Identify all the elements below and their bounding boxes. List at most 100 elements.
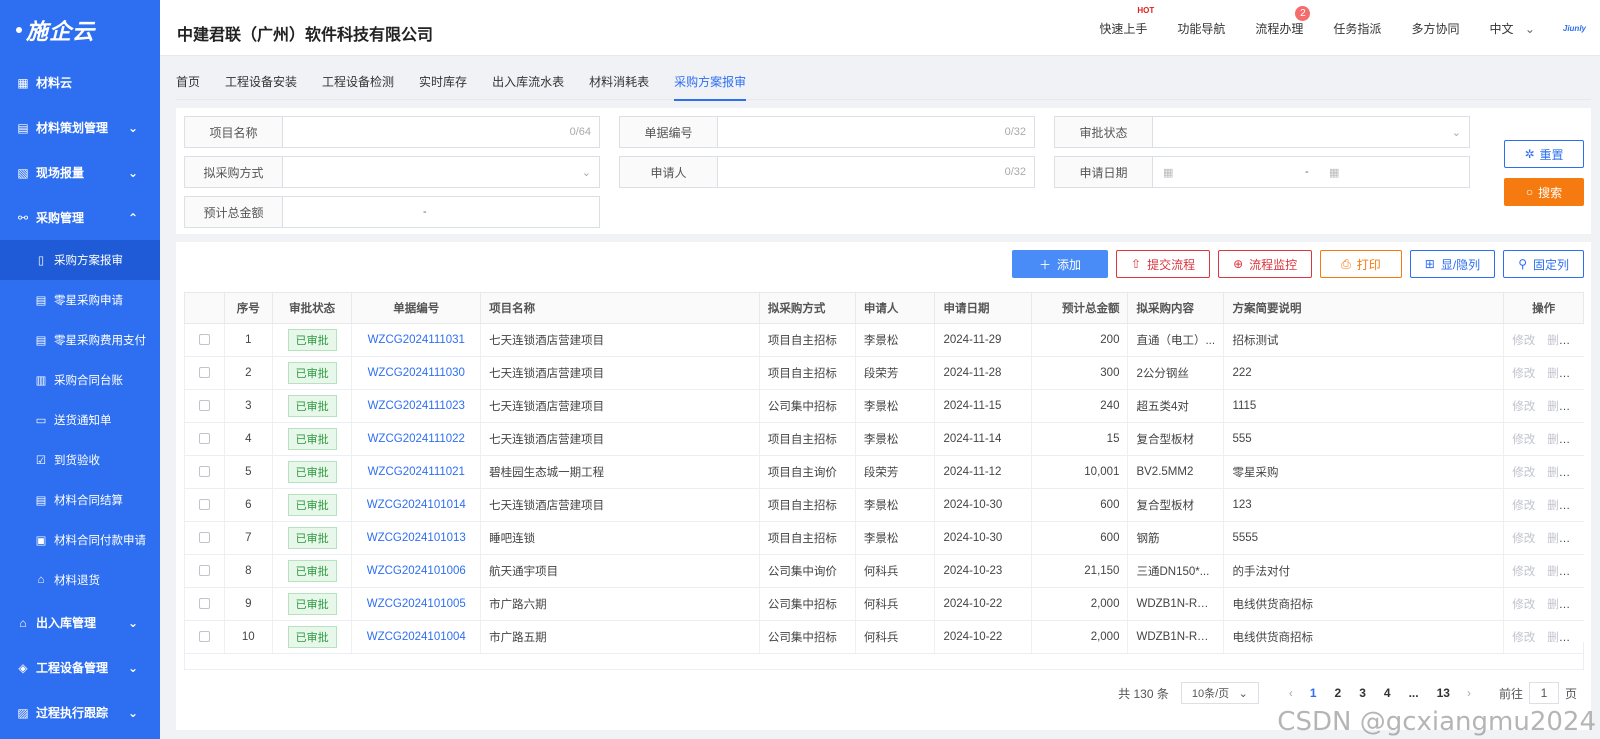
- table-row[interactable]: 4 已审批 WZCG2024111022 七天连锁酒店营建项目 项目自主招标 李景松 202…: [184, 422, 1584, 456]
- edit-link[interactable]: 修改: [1512, 566, 1535, 578]
- sidebar-item[interactable]: ▤ 材料策划管理 ⌄: [0, 105, 160, 150]
- project-name-field[interactable]: 项目名称 0/64: [184, 116, 600, 148]
- print-button[interactable]: ⎙ 打印: [1320, 250, 1402, 278]
- delete-link[interactable]: 删除: [1547, 401, 1570, 413]
- table-row[interactable]: 3 已审批 WZCG2024111023 七天连锁酒店营建项目 公司集中招标 李景松 202…: [184, 389, 1584, 423]
- sidebar-item[interactable]: ▯ 采购方案报审: [0, 240, 160, 280]
- reset-button[interactable]: ✲ 重置: [1504, 140, 1584, 168]
- page-number[interactable]: ...: [1409, 686, 1419, 700]
- sidebar-item[interactable]: ▥ 采购合同台账: [0, 360, 160, 400]
- next-page-icon[interactable]: ›: [1467, 686, 1471, 700]
- applicant-input[interactable]: 0/32: [718, 157, 1034, 187]
- row-checkbox[interactable]: [198, 565, 210, 577]
- quick-start-link[interactable]: HOT 快速上手: [1099, 6, 1154, 37]
- applicant-field[interactable]: 申请人 0/32: [619, 156, 1035, 188]
- page-number[interactable]: 13: [1437, 686, 1450, 700]
- sidebar-item[interactable]: ▦ 材料云: [0, 60, 160, 105]
- sidebar-item[interactable]: ⌂ 材料退货: [0, 560, 160, 600]
- sidebar-item[interactable]: ⌂ 出入库管理 ⌄: [0, 600, 160, 645]
- doc-no-field[interactable]: 单据编号 0/32: [619, 116, 1035, 148]
- tab-item[interactable]: 出入库流水表: [492, 68, 564, 99]
- row-checkbox[interactable]: [198, 598, 210, 610]
- pin-columns-button[interactable]: ⚲ 固定列: [1503, 250, 1584, 278]
- edit-link[interactable]: 修改: [1512, 500, 1535, 512]
- search-button[interactable]: ○ 搜索: [1504, 178, 1584, 206]
- table-row[interactable]: 9 已审批 WZCG2024101005 市广路六期 公司集中招标 何科兵 2024-10-…: [184, 587, 1584, 621]
- table-row[interactable]: 8 已审批 WZCG2024101006 航天通宇项目 公司集中询价 何科兵 2024-10…: [184, 554, 1584, 588]
- edit-link[interactable]: 修改: [1512, 467, 1535, 479]
- row-checkbox[interactable]: [198, 334, 210, 346]
- date-range-picker[interactable]: ▦ - ▦: [1153, 157, 1469, 187]
- doc-number-link[interactable]: WZCG2024111023: [368, 400, 465, 412]
- sidebar-item[interactable]: ◈ 工程设备管理 ⌄: [0, 645, 160, 690]
- apply-date-field[interactable]: 申请日期 ▦ - ▦: [1054, 156, 1470, 188]
- edit-link[interactable]: 修改: [1512, 368, 1535, 380]
- table-row[interactable]: 5 已审批 WZCG2024111021 碧桂园生态城一期工程 项目自主询价 段荣芳 202…: [184, 455, 1584, 489]
- page-number[interactable]: 3: [1359, 686, 1366, 700]
- edit-link[interactable]: 修改: [1512, 599, 1535, 611]
- doc-number-link[interactable]: WZCG2024101005: [367, 598, 466, 610]
- page-number[interactable]: 4: [1384, 686, 1391, 700]
- row-checkbox[interactable]: [198, 631, 210, 643]
- approval-status-field[interactable]: 审批状态 ⌄: [1054, 116, 1470, 148]
- workflow-link[interactable]: 2 流程办理: [1255, 5, 1311, 37]
- edit-link[interactable]: 修改: [1512, 335, 1535, 347]
- doc-number-link[interactable]: WZCG2024101013: [367, 532, 466, 544]
- delete-link[interactable]: 删除: [1547, 467, 1570, 479]
- tab-item[interactable]: 材料消耗表: [589, 68, 649, 99]
- doc-number-link[interactable]: WZCG2024101006: [367, 565, 466, 577]
- delete-link[interactable]: 删除: [1547, 434, 1570, 446]
- project-name-input[interactable]: 0/64: [283, 117, 599, 147]
- edit-link[interactable]: 修改: [1512, 401, 1535, 413]
- tab-item[interactable]: 工程设备安装: [225, 68, 297, 99]
- app-logo[interactable]: 施企云: [0, 0, 160, 60]
- sidebar-item[interactable]: ▤ 零星采购费用支付: [0, 320, 160, 360]
- function-nav-link[interactable]: 功能导航: [1177, 20, 1225, 37]
- edit-link[interactable]: 修改: [1512, 533, 1535, 545]
- tab-item[interactable]: 工程设备检测: [322, 68, 394, 99]
- doc-number-link[interactable]: WZCG2024111022: [368, 433, 465, 445]
- row-checkbox[interactable]: [198, 532, 210, 544]
- doc-number-link[interactable]: WZCG2024111031: [368, 334, 465, 346]
- doc-number-link[interactable]: WZCG2024111030: [368, 367, 465, 379]
- delete-link[interactable]: 删除: [1547, 500, 1570, 512]
- sidebar-item[interactable]: ☑ 到货验收: [0, 440, 160, 480]
- doc-number-link[interactable]: WZCG2024101014: [367, 499, 466, 511]
- edit-link[interactable]: 修改: [1512, 434, 1535, 446]
- approval-status-select[interactable]: ⌄: [1153, 117, 1469, 147]
- sidebar-item[interactable]: ▧ 现场报量 ⌄: [0, 150, 160, 195]
- delete-link[interactable]: 删除: [1547, 335, 1570, 347]
- delete-link[interactable]: 删除: [1547, 533, 1570, 545]
- row-checkbox[interactable]: [198, 433, 210, 445]
- purchase-method-select[interactable]: ⌄: [283, 157, 599, 187]
- sidebar-item[interactable]: ▤ 材料合同结算: [0, 480, 160, 520]
- delete-link[interactable]: 删除: [1547, 368, 1570, 380]
- page-size-select[interactable]: 10条/页 ⌄: [1180, 682, 1259, 704]
- sidebar-item[interactable]: ▭ 送货通知单: [0, 400, 160, 440]
- doc-number-link[interactable]: WZCG2024111021: [368, 466, 465, 478]
- prev-page-icon[interactable]: ‹: [1289, 686, 1293, 700]
- language-select[interactable]: 中文 ⌄: [1489, 20, 1534, 37]
- tab-item[interactable]: 实时库存: [419, 68, 467, 99]
- row-checkbox[interactable]: [198, 400, 210, 412]
- goto-input[interactable]: 1: [1528, 682, 1559, 704]
- delete-link[interactable]: 删除: [1547, 599, 1570, 611]
- table-row[interactable]: 2 已审批 WZCG2024111030 七天连锁酒店营建项目 项目自主招标 段荣芳 202…: [184, 356, 1584, 390]
- table-row[interactable]: 7 已审批 WZCG2024101013 睡吧连锁 项目自主招标 李景松 2024-10-3…: [184, 521, 1584, 555]
- delete-link[interactable]: 删除: [1547, 566, 1570, 578]
- sidebar-item[interactable]: ▤ 零星采购申请: [0, 280, 160, 320]
- add-button[interactable]: ＋ 添加: [1011, 250, 1108, 278]
- page-number[interactable]: 2: [1335, 686, 1342, 700]
- collaboration-link[interactable]: 多方协同: [1411, 20, 1459, 37]
- row-checkbox[interactable]: [198, 367, 210, 379]
- table-row[interactable]: 1 已审批 WZCG2024111031 七天连锁酒店营建项目 项目自主招标 李景松 202…: [184, 323, 1584, 357]
- sidebar-item[interactable]: ⚯ 采购管理 ⌃: [0, 195, 160, 240]
- toggle-columns-button[interactable]: ⊞ 显/隐列: [1409, 250, 1496, 278]
- workflow-monitor-button[interactable]: ⊕ 流程监控: [1218, 250, 1313, 278]
- doc-no-input[interactable]: 0/32: [718, 117, 1034, 147]
- sidebar-item[interactable]: ▨ 过程执行跟踪 ⌄: [0, 690, 160, 735]
- row-checkbox[interactable]: [198, 466, 210, 478]
- purchase-method-field[interactable]: 拟采购方式 ⌄: [184, 156, 600, 188]
- amount-range-input[interactable]: -: [283, 197, 599, 227]
- total-amount-field[interactable]: 预计总金额 -: [184, 196, 600, 228]
